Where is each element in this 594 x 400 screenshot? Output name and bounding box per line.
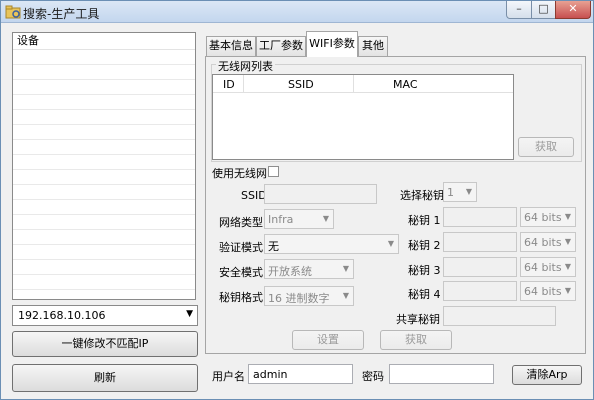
minimize-button[interactable]: – bbox=[506, 1, 532, 19]
password-field[interactable] bbox=[389, 364, 494, 384]
list-item[interactable] bbox=[13, 95, 195, 110]
auth-mode-label: 验证模式 bbox=[219, 241, 263, 254]
tab-other[interactable]: 其他 bbox=[358, 36, 388, 56]
ip-address-value: 192.168.10.106 bbox=[18, 309, 106, 322]
list-item[interactable] bbox=[13, 170, 195, 185]
list-item[interactable] bbox=[13, 65, 195, 80]
list-item[interactable] bbox=[13, 260, 195, 275]
ssid-label: SSID bbox=[241, 189, 267, 202]
key-format-value: 16 进制数字 bbox=[268, 292, 330, 305]
key-1-label: 秘钥 1 bbox=[408, 214, 441, 227]
list-item[interactable] bbox=[13, 185, 195, 200]
list-item[interactable] bbox=[13, 215, 195, 230]
list-item[interactable] bbox=[13, 230, 195, 245]
shared-key-field[interactable] bbox=[443, 306, 556, 326]
security-mode-value: 开放系统 bbox=[268, 265, 312, 278]
list-item[interactable] bbox=[13, 125, 195, 140]
select-key-label: 选择秘钥 bbox=[400, 189, 444, 202]
chevron-down-icon: ▼ bbox=[322, 214, 329, 223]
shared-key-label: 共享秘钥 bbox=[396, 313, 440, 326]
clear-arp-button[interactable]: 清除Arp bbox=[512, 365, 582, 385]
column-divider bbox=[353, 75, 354, 92]
key-1-bits-select[interactable]: 64 bits ▼ bbox=[520, 207, 576, 227]
key-3-label: 秘钥 3 bbox=[408, 264, 441, 277]
chevron-down-icon: ▼ bbox=[342, 291, 349, 300]
list-item[interactable] bbox=[13, 200, 195, 215]
key-2-field[interactable] bbox=[443, 232, 517, 252]
key-1-field[interactable] bbox=[443, 207, 517, 227]
use-wifi-label: 使用无线网 bbox=[212, 167, 267, 180]
column-header-mac[interactable]: MAC bbox=[393, 78, 418, 91]
username-label: 用户名 bbox=[212, 370, 245, 383]
chevron-down-icon: ▼ bbox=[387, 239, 394, 248]
password-label: 密码 bbox=[362, 370, 384, 383]
window-title: 搜索-生产工具 bbox=[23, 7, 100, 21]
select-key-value: 1 bbox=[447, 186, 454, 199]
chevron-down-icon: ▼ bbox=[564, 262, 571, 271]
key-2-bits-select[interactable]: 64 bits ▼ bbox=[520, 232, 576, 252]
key-format-select[interactable]: 16 进制数字 ▼ bbox=[264, 286, 354, 306]
network-type-select[interactable]: Infra ▼ bbox=[264, 209, 334, 229]
list-item[interactable] bbox=[13, 155, 195, 170]
fetch-button[interactable]: 获取 bbox=[380, 330, 452, 350]
title-bar: 搜索-生产工具 – □ ✕ bbox=[1, 1, 593, 23]
tab-factory-params[interactable]: 工厂参数 bbox=[256, 36, 306, 56]
fetch-wifi-list-button[interactable]: 获取 bbox=[518, 137, 574, 157]
key-1-bits-value: 64 bits bbox=[524, 211, 562, 224]
list-item[interactable] bbox=[13, 275, 195, 290]
list-item[interactable] bbox=[13, 80, 195, 95]
auth-mode-select[interactable]: 无 ▼ bbox=[264, 234, 399, 254]
security-mode-select[interactable]: 开放系统 ▼ bbox=[264, 259, 354, 279]
tab-basic-info[interactable]: 基本信息 bbox=[206, 36, 256, 56]
device-list-header[interactable]: 设备 bbox=[13, 33, 195, 50]
wifi-list-group-title: 无线网列表 bbox=[216, 58, 275, 74]
network-type-value: Infra bbox=[268, 213, 294, 226]
chevron-down-icon: ▼ bbox=[342, 264, 349, 273]
auth-mode-value: 无 bbox=[268, 240, 279, 253]
key-4-field[interactable] bbox=[443, 281, 517, 301]
set-button[interactable]: 设置 bbox=[292, 330, 364, 350]
chevron-down-icon: ▼ bbox=[465, 187, 472, 196]
chevron-down-icon: ▼ bbox=[564, 237, 571, 246]
chevron-down-icon: ▼ bbox=[564, 286, 571, 295]
key-4-bits-value: 64 bits bbox=[524, 285, 562, 298]
device-list[interactable]: 设备 bbox=[12, 32, 196, 300]
key-2-bits-value: 64 bits bbox=[524, 236, 562, 249]
security-mode-label: 安全模式 bbox=[219, 266, 263, 279]
maximize-button[interactable]: □ bbox=[531, 1, 556, 19]
network-type-label: 网络类型 bbox=[219, 216, 263, 229]
use-wifi-checkbox[interactable] bbox=[268, 166, 279, 177]
close-button[interactable]: ✕ bbox=[555, 1, 591, 19]
list-item[interactable] bbox=[13, 140, 195, 155]
column-header-id[interactable]: ID bbox=[223, 78, 235, 91]
fix-mismatched-ip-button[interactable]: 一键修改不匹配IP bbox=[12, 331, 198, 357]
chevron-down-icon: ▼ bbox=[564, 212, 571, 221]
list-item[interactable] bbox=[13, 245, 195, 260]
tab-wifi-params[interactable]: WIFI参数 bbox=[306, 31, 358, 57]
key-2-label: 秘钥 2 bbox=[408, 239, 441, 252]
key-4-label: 秘钥 4 bbox=[408, 288, 441, 301]
list-item[interactable] bbox=[13, 50, 195, 65]
column-header-ssid[interactable]: SSID bbox=[288, 78, 314, 91]
key-3-bits-select[interactable]: 64 bits ▼ bbox=[520, 257, 576, 277]
header-divider bbox=[213, 92, 513, 93]
username-field[interactable]: admin bbox=[248, 364, 353, 384]
refresh-button[interactable]: 刷新 bbox=[12, 364, 198, 392]
wifi-list-table[interactable]: ID SSID MAC bbox=[212, 74, 514, 160]
key-4-bits-select[interactable]: 64 bits ▼ bbox=[520, 281, 576, 301]
select-key-select[interactable]: 1 ▼ bbox=[443, 182, 477, 202]
key-3-bits-value: 64 bits bbox=[524, 261, 562, 274]
chevron-down-icon[interactable]: ▼ bbox=[186, 309, 193, 319]
key-format-label: 秘钥格式 bbox=[219, 291, 263, 304]
list-item[interactable] bbox=[13, 110, 195, 125]
key-3-field[interactable] bbox=[443, 257, 517, 277]
column-divider bbox=[243, 75, 244, 92]
ssid-field[interactable] bbox=[264, 184, 377, 204]
username-value: admin bbox=[253, 368, 288, 381]
ip-address-select[interactable]: 192.168.10.106 ▼ bbox=[12, 305, 198, 326]
folder-icon bbox=[5, 5, 21, 19]
